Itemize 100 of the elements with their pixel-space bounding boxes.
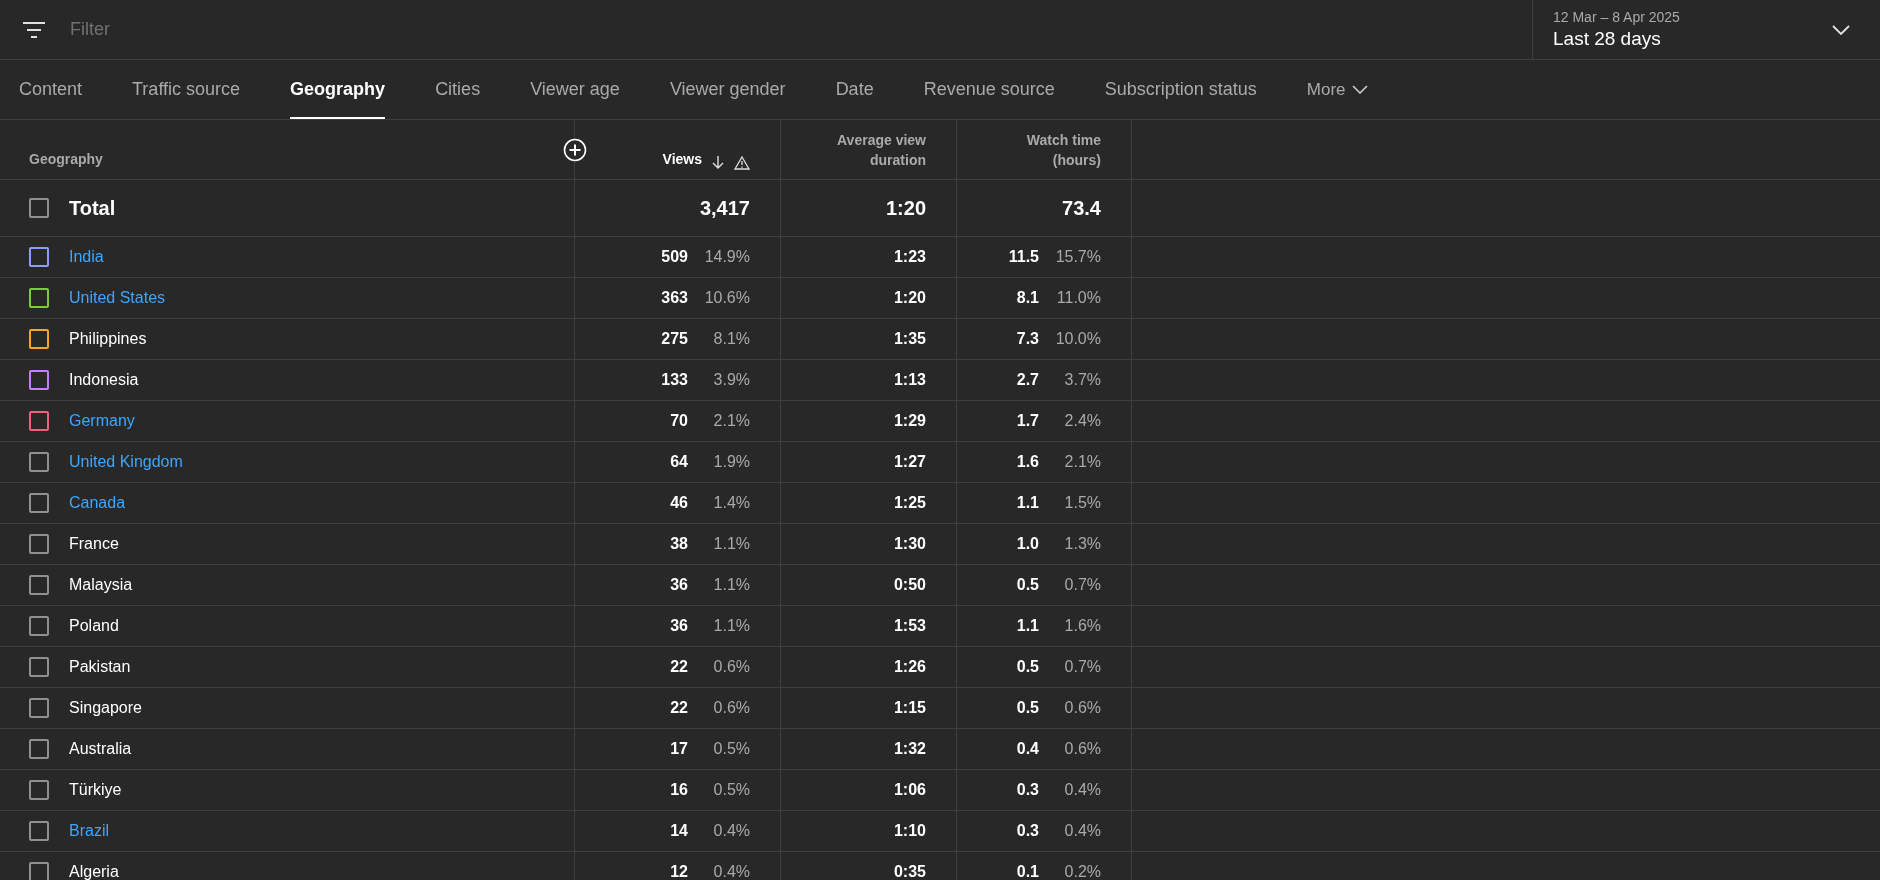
tab[interactable]: Content [19, 60, 83, 119]
table-cell-text: 1.5% [1063, 493, 1101, 513]
country-link[interactable]: United States [69, 286, 166, 310]
tab[interactable]: Geography [290, 60, 386, 119]
tab[interactable]: Viewer gender [669, 60, 786, 119]
table-cell-text: 38 [670, 534, 688, 554]
table-cell-text: 0.4% [712, 862, 750, 880]
tab[interactable]: Date [835, 60, 874, 119]
table-cell-text: 36 [670, 616, 688, 636]
checkbox[interactable] [29, 575, 49, 595]
checkbox[interactable] [29, 370, 49, 390]
table-cell-text: 1.4% [712, 493, 750, 513]
chevron-down-icon [1832, 24, 1850, 35]
table-cell-text: 0.2% [1063, 862, 1101, 880]
table-cell-text: 11.5 [1008, 247, 1039, 267]
checkbox[interactable] [29, 329, 49, 349]
checkbox[interactable] [29, 821, 49, 841]
country-name: Indonesia [69, 370, 139, 390]
checkbox[interactable] [29, 739, 49, 759]
table-cell-text: 3.9% [712, 370, 750, 390]
total-average-duration: 1:20 [885, 196, 926, 221]
table-cell-text: 1.6% [1063, 616, 1101, 636]
table-cell-text: 1:27 [893, 452, 926, 472]
table-cell-text: 0.1 [1016, 862, 1039, 880]
country-link[interactable]: United Kingdom [69, 450, 183, 474]
country-name: France [69, 534, 119, 554]
total-label: Total [69, 196, 116, 221]
table-cell-text: 64 [670, 452, 688, 472]
country-name: Algeria [69, 862, 119, 880]
table-cell-text: 1:26 [893, 657, 926, 677]
total-views: 3,417 [699, 196, 750, 221]
table-cell-text: 0:35 [893, 862, 926, 880]
more-tab[interactable]: More [1306, 60, 1368, 119]
checkbox[interactable] [29, 198, 49, 218]
table-cell-text: 12 [670, 862, 688, 880]
checkbox[interactable] [29, 780, 49, 800]
checkbox[interactable] [29, 452, 49, 472]
date-range-text: 12 Mar – 8 Apr 2025 [1553, 7, 1681, 26]
country-name: Pakistan [69, 657, 131, 677]
table-cell-text: 11.0% [1055, 288, 1101, 308]
table-cell-text: 14 [670, 821, 688, 841]
table-cell-text: 0:50 [893, 575, 926, 595]
table-cell-text: 1.1 [1016, 493, 1039, 513]
column-header: Watch time (hours) [1025, 131, 1101, 170]
table-cell-text: 0.4% [1063, 821, 1101, 841]
checkbox[interactable] [29, 247, 49, 267]
date-range-selector[interactable]: 12 Mar – 8 Apr 2025 Last 28 days [1532, 0, 1880, 59]
filter-icon[interactable] [22, 20, 46, 39]
table-cell-text: 1.1% [712, 534, 750, 554]
table-cell-text: 0.6% [1063, 698, 1101, 718]
table-cell-text: 1:30 [893, 534, 926, 554]
table-cell-text: 0.5% [712, 780, 750, 800]
table-cell-text: 1.9% [712, 452, 750, 472]
table-cell-text: 8.1 [1016, 288, 1039, 308]
column-header[interactable]: Views [662, 149, 702, 170]
table-cell-text: 1:10 [893, 821, 926, 841]
table-cell-text: 2.1% [1063, 452, 1101, 472]
table-cell-text: 2.7 [1016, 370, 1039, 390]
checkbox[interactable] [29, 288, 49, 308]
arrow-down-icon [712, 155, 724, 170]
table-cell-text: 133 [661, 370, 688, 390]
table-cell-text: 10.0% [1054, 329, 1101, 349]
table-cell-text: 0.7% [1063, 657, 1101, 677]
table-cell-text: 0.5 [1016, 657, 1039, 677]
checkbox[interactable] [29, 616, 49, 636]
table-cell-text: 0.4% [712, 821, 750, 841]
table-cell-text: 1.0 [1016, 534, 1039, 554]
checkbox[interactable] [29, 657, 49, 677]
table-cell-text: 1:53 [893, 616, 926, 636]
tab[interactable]: Revenue source [923, 60, 1055, 119]
checkbox[interactable] [29, 534, 49, 554]
country-name: Malaysia [69, 575, 133, 595]
table-cell-text: 0.5 [1016, 575, 1039, 595]
country-link[interactable]: Brazil [69, 819, 109, 843]
tab[interactable]: Traffic source [132, 60, 241, 119]
table-cell-text: 70 [670, 411, 688, 431]
checkbox[interactable] [29, 493, 49, 513]
country-link[interactable]: Canada [69, 491, 126, 515]
table-cell-text: 1:20 [893, 288, 926, 308]
tab[interactable]: Subscription status [1104, 60, 1257, 119]
table-cell-text: 46 [670, 493, 688, 513]
total-watch-time: 73.4 [1062, 196, 1101, 221]
country-link[interactable]: Germany [69, 409, 135, 433]
tab[interactable]: Cities [435, 60, 481, 119]
column-header: Geography [29, 150, 103, 169]
tab[interactable]: Viewer age [530, 60, 620, 119]
table-cell-text: 10.6% [703, 288, 750, 308]
country-link[interactable]: India [69, 245, 104, 269]
country-name: Türkiye [69, 780, 122, 800]
table-cell-text: 1.6 [1016, 452, 1039, 472]
table-cell-text: 1:29 [893, 411, 926, 431]
table-cell-text: 1.1% [712, 575, 750, 595]
checkbox[interactable] [29, 862, 49, 880]
table-cell-text: 8.1% [712, 329, 750, 349]
checkbox[interactable] [29, 698, 49, 718]
checkbox[interactable] [29, 411, 49, 431]
table-cell-text: 3.7% [1063, 370, 1101, 390]
table-cell-text: 0.5% [712, 739, 750, 759]
add-column-icon[interactable] [563, 138, 587, 162]
filter-field[interactable]: Filter [70, 16, 470, 43]
